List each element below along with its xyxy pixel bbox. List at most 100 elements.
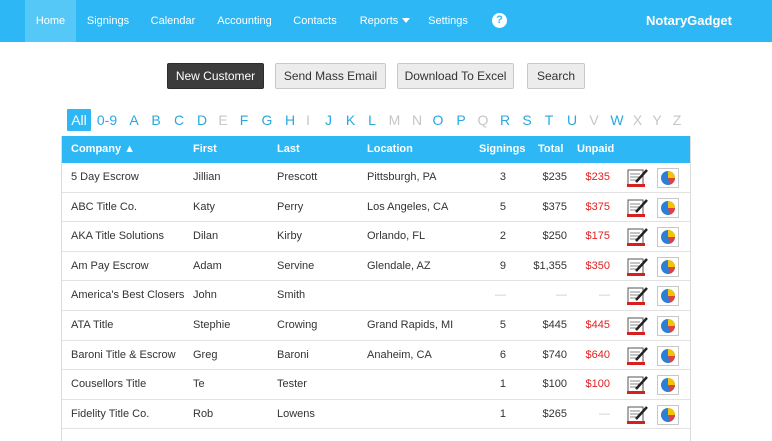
- pie-chart-icon[interactable]: [657, 375, 679, 396]
- alpha-filter-k[interactable]: K: [344, 109, 357, 131]
- download-excel-button[interactable]: Download To Excel: [397, 63, 514, 89]
- cell-total: $235: [542, 171, 567, 183]
- help-icon[interactable]: ?: [492, 13, 507, 28]
- pie-chart-icon[interactable]: [657, 315, 679, 336]
- new-customer-button[interactable]: New Customer: [167, 63, 264, 89]
- alpha-filter-p[interactable]: P: [454, 109, 468, 131]
- table-row[interactable]: 5 Day Escrow Jillian Prescott Pittsburgh…: [62, 163, 690, 193]
- cell-company[interactable]: ATA Title: [71, 311, 113, 340]
- alpha-filter-r[interactable]: R: [498, 109, 512, 131]
- col-unpaid[interactable]: Unpaid: [577, 136, 614, 163]
- alpha-filter-x: X: [632, 112, 643, 128]
- pie-chart-icon[interactable]: [657, 286, 679, 307]
- cell-company[interactable]: America's Best Closers: [71, 281, 184, 310]
- sign-document-icon[interactable]: [627, 168, 649, 188]
- pie-chart-icon[interactable]: [657, 227, 679, 248]
- cell-last: Servine: [277, 259, 315, 272]
- cell-company[interactable]: Baroni Title & Escrow: [71, 341, 176, 370]
- alpha-filter-0-9[interactable]: 0-9: [96, 109, 118, 131]
- nav-calendar[interactable]: Calendar: [146, 0, 200, 42]
- cell-signings: 5: [499, 318, 506, 331]
- alpha-filter-all[interactable]: All: [67, 109, 91, 131]
- cell-unpaid: $235: [585, 171, 610, 183]
- pie-chart-icon[interactable]: [657, 345, 679, 366]
- col-last[interactable]: Last: [277, 136, 300, 163]
- send-mass-email-button[interactable]: Send Mass Email: [275, 63, 386, 89]
- alpha-filter-w[interactable]: W: [608, 109, 626, 131]
- col-location[interactable]: Location: [367, 136, 413, 163]
- cell-total: $740: [542, 348, 567, 361]
- alpha-filter-s[interactable]: S: [520, 109, 534, 131]
- table-row[interactable]: America's Best Closers John Smith — — —: [62, 281, 690, 311]
- sign-document-icon[interactable]: [627, 346, 649, 366]
- sign-document-icon[interactable]: [627, 257, 649, 277]
- alpha-filter-v: V: [589, 112, 599, 128]
- col-signings[interactable]: Signings: [479, 136, 525, 163]
- cell-signings: 6: [499, 348, 506, 361]
- alpha-filter-a[interactable]: A: [128, 109, 140, 131]
- nav-home[interactable]: Home: [25, 0, 76, 42]
- alpha-filter-y: Y: [652, 112, 662, 128]
- sign-document-icon[interactable]: [627, 286, 649, 306]
- col-company[interactable]: Company ▲: [71, 136, 135, 163]
- cell-first: Rob: [193, 407, 214, 420]
- cell-last: Tester: [277, 378, 307, 391]
- pie-chart-icon[interactable]: [657, 256, 679, 277]
- cell-location: Orlando, FL: [367, 230, 426, 243]
- col-total[interactable]: Total: [538, 136, 563, 163]
- nav-reports[interactable]: Reports: [356, 0, 414, 42]
- cell-unpaid: $350: [585, 259, 610, 272]
- table-row[interactable]: Cousellors Title Te Tester 1 $100 $100: [62, 370, 690, 400]
- pie-chart-icon[interactable]: [657, 404, 679, 425]
- cell-unpaid: $445: [585, 318, 610, 331]
- cell-last: Baroni: [277, 348, 309, 361]
- sign-document-icon[interactable]: [627, 227, 649, 247]
- cell-location: Los Angeles, CA: [367, 200, 449, 213]
- col-first[interactable]: First: [193, 136, 217, 163]
- nav-accounting[interactable]: Accounting: [213, 0, 276, 42]
- alpha-filter-u[interactable]: U: [565, 109, 579, 131]
- sign-document-icon[interactable]: [627, 316, 649, 336]
- sign-document-icon[interactable]: [627, 198, 649, 218]
- cell-total: $100: [542, 378, 567, 391]
- cell-company[interactable]: 5 Day Escrow: [71, 163, 139, 192]
- nav-reports-label: Reports: [359, 15, 399, 27]
- cell-first: John: [193, 289, 217, 302]
- table-row[interactable]: Baroni Title & Escrow Greg Baroni Anahei…: [62, 341, 690, 371]
- nav-settings[interactable]: Settings: [424, 0, 472, 42]
- sign-document-icon[interactable]: [627, 405, 649, 425]
- pie-chart-icon[interactable]: [657, 197, 679, 218]
- cell-company[interactable]: AKA Title Solutions: [71, 222, 164, 251]
- nav-signings[interactable]: Signings: [82, 0, 134, 42]
- alpha-filter-d[interactable]: D: [195, 109, 209, 131]
- cell-company[interactable]: Am Pay Escrow: [71, 252, 149, 281]
- cell-unpaid: —: [599, 407, 610, 420]
- cell-company[interactable]: Cousellors Title: [71, 370, 146, 399]
- cell-unpaid: $175: [585, 230, 610, 243]
- alpha-filter-c[interactable]: C: [172, 109, 186, 131]
- nav-contacts[interactable]: Contacts: [288, 0, 342, 42]
- table-row[interactable]: ABC Title Co. Katy Perry Los Angeles, CA…: [62, 193, 690, 223]
- alpha-filter-b[interactable]: B: [150, 109, 162, 131]
- cell-company[interactable]: ABC Title Co.: [71, 193, 137, 222]
- chevron-down-icon: [402, 18, 411, 23]
- alpha-filter-h[interactable]: H: [283, 109, 297, 131]
- alpha-filter-l[interactable]: L: [366, 109, 378, 131]
- alpha-filter-t[interactable]: T: [542, 109, 556, 131]
- search-button[interactable]: Search: [527, 63, 585, 89]
- cell-company[interactable]: Fidelity Title Co.: [71, 400, 149, 429]
- cell-unpaid: $100: [585, 378, 610, 391]
- cell-signings: 9: [499, 259, 506, 272]
- table-row[interactable]: Am Pay Escrow Adam Servine Glendale, AZ …: [62, 252, 690, 282]
- pie-chart-icon[interactable]: [657, 168, 679, 188]
- alpha-filter-o[interactable]: O: [431, 109, 445, 131]
- table-row[interactable]: ATA Title Stephie Crowing Grand Rapids, …: [62, 311, 690, 341]
- alpha-filter-g[interactable]: G: [260, 109, 274, 131]
- cell-first: Greg: [193, 348, 218, 361]
- alpha-filter-j[interactable]: J: [324, 109, 333, 131]
- table-row[interactable]: Fidelity Title Co. Rob Lowens 1 $265 —: [62, 400, 690, 430]
- cell-unpaid: $375: [585, 200, 610, 213]
- table-row[interactable]: AKA Title Solutions Dilan Kirby Orlando,…: [62, 222, 690, 252]
- sign-document-icon[interactable]: [627, 375, 649, 395]
- alpha-filter-f[interactable]: F: [238, 109, 250, 131]
